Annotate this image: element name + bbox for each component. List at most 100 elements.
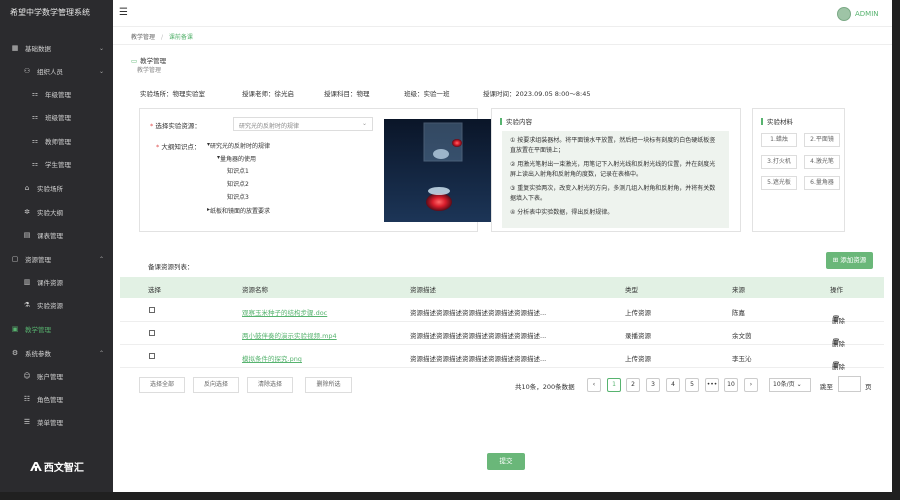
settings-icon: ✲ — [24, 208, 30, 216]
grid-icon: ▦ — [11, 44, 19, 52]
sidebar-item-label: 组织人员 — [37, 68, 63, 76]
sidebar-item-class[interactable]: ⚏ 班级管理 — [0, 107, 113, 127]
sidebar-item-outline[interactable]: ✲ 实验大纲 — [0, 202, 113, 222]
tree-node[interactable]: ▸ 纸板和镜面的放置要求 — [207, 206, 270, 215]
user-name[interactable]: ADMIN — [855, 10, 879, 18]
brand-mark-icon: Ѧ — [30, 460, 42, 474]
breadcrumb-parent[interactable]: 教学管理 — [131, 34, 155, 41]
table-row: 两小鼓伴奏的演示实验视频.mp4 资源描述资源描述资源描述资源描述资源描述...… — [120, 322, 884, 348]
resource-name-link[interactable]: 模拟条件的探究.png — [242, 353, 302, 363]
content-panel-title: 实验内容 — [500, 116, 532, 126]
select-value: 研究光的反射时的规律 — [239, 123, 300, 130]
tree-node[interactable]: 知识点1 — [227, 166, 249, 175]
materials-panel: 实验材料 1.蜡烛 2.平面镜 3.打火机 4.激光笔 5.遮光板 6.量角器 — [752, 108, 845, 232]
column-header: 资源名称 — [242, 286, 268, 294]
calendar-icon: ▤ — [23, 231, 31, 239]
sidebar-item-resources[interactable]: ▢ 资源管理 ⌃ — [0, 249, 113, 269]
breadcrumb: 教学管理 / 课前备课 — [131, 32, 193, 41]
resource-name-link[interactable]: 两小鼓伴奏的演示实验视频.mp4 — [242, 330, 337, 340]
sidebar-item-menus[interactable]: ☰ 菜单管理 — [0, 412, 113, 432]
sidebar-item-roles[interactable]: ☷ 角色管理 — [0, 389, 113, 409]
sidebar-item-label: 学生管理 — [45, 161, 71, 169]
material-tag[interactable]: 4.激光笔 — [804, 155, 840, 169]
page-button[interactable]: 4 — [666, 378, 680, 392]
sidebar-item-schedule[interactable]: ▤ 课表管理 — [0, 225, 113, 245]
row-checkbox[interactable] — [149, 353, 155, 359]
jump-page-input[interactable] — [838, 376, 861, 392]
material-tag[interactable]: 5.遮光板 — [761, 176, 797, 190]
chevron-right-icon: › — [749, 381, 753, 388]
page-ellipsis-button[interactable]: ••• — [705, 378, 719, 392]
page-size-select[interactable]: 10条/页 ⌄ — [769, 378, 811, 392]
column-header: 选择 — [148, 286, 161, 294]
info-place: 实验场所：物理实验室 — [140, 90, 205, 98]
resource-source: 余文茵 — [732, 332, 752, 340]
tree-node[interactable]: ▾ 研究光的反射时的规律 — [207, 141, 270, 150]
column-header: 操作 — [830, 286, 843, 294]
book-icon: ▣ — [11, 325, 19, 333]
prev-page-button[interactable]: ‹ — [587, 378, 601, 392]
menu-icon: ☰ — [23, 418, 31, 426]
clear-selection-button[interactable]: 清除选择 — [247, 377, 293, 393]
doc-icon: ▭ — [131, 57, 138, 65]
chevron-up-icon: ⌃ — [98, 255, 104, 263]
brand-logo: Ѧ 西文智汇 — [30, 459, 84, 474]
resource-desc: 资源描述资源描述资源描述资源描述资源描述... — [410, 355, 547, 363]
resource-select[interactable]: 研究光的反射时的规律 ⌄ — [233, 117, 373, 131]
sidebar-item-basic-data[interactable]: ▦ 基础数据 ⌄ — [0, 38, 113, 58]
sidebar-item-student[interactable]: ⚏ 学生管理 — [0, 154, 113, 174]
material-tag[interactable]: 3.打火机 — [761, 155, 797, 169]
select-all-button[interactable]: 选择全部 — [139, 377, 185, 393]
sidebar-item-label: 实验场所 — [37, 185, 63, 193]
page-title: ▭ 教学管理 — [131, 57, 167, 65]
page-subtitle: 教学管理 — [137, 67, 162, 74]
page-button[interactable]: 2 — [626, 378, 640, 392]
resource-source: 陈嘉 — [732, 309, 745, 317]
location-icon: ⌂ — [24, 184, 30, 192]
flask-icon: ⚗ — [23, 301, 31, 309]
system-title: 希望中学数学管理系统 — [10, 8, 90, 17]
row-checkbox[interactable] — [149, 330, 155, 336]
invert-selection-button[interactable]: 反向选择 — [193, 377, 239, 393]
content-panel: 实验内容 ① 按要求组装器材。将平面镜水平放置，然后把一块标有刻度的白色硬纸板竖… — [491, 108, 741, 232]
delete-selected-button[interactable]: 删除所选 — [305, 377, 352, 393]
jump-label: 跳至 — [820, 383, 833, 391]
chevron-down-icon: ⌄ — [361, 120, 367, 127]
sidebar-item-courseware[interactable]: ▥ 课件资源 — [0, 272, 113, 292]
tree-node[interactable]: 知识点3 — [227, 192, 249, 201]
tree-node[interactable]: 知识点2 — [227, 179, 249, 188]
sidebar-item-grade[interactable]: ⚏ 年级管理 — [0, 84, 113, 104]
divider — [113, 44, 892, 45]
material-tag[interactable]: 6.量角器 — [804, 176, 840, 190]
add-resource-button[interactable]: ⊞ 添加资源 — [826, 252, 873, 269]
sidebar-item-org-people[interactable]: ⚇ 组织人员 ⌄ — [0, 61, 113, 81]
avatar[interactable] — [837, 7, 851, 21]
total-count: 共10条，200条数据 — [515, 383, 575, 391]
step-text: ② 用激光笔射出一束激光，用笔记下入射光线和反射光线的位置，并在刻度光屏上读出入… — [510, 161, 716, 178]
sidebar-item-label: 课件资源 — [37, 279, 63, 287]
sidebar-item-label: 账户管理 — [37, 373, 63, 381]
page-button[interactable]: 10 — [724, 378, 738, 392]
chevron-down-icon: ⌄ — [98, 44, 104, 52]
sidebar-item-lab-place[interactable]: ⌂ 实验场所 — [0, 178, 113, 198]
submit-button[interactable]: 提交 — [487, 453, 525, 470]
sidebar-item-label: 实验资源 — [37, 302, 63, 310]
brand-name: 西文智汇 — [43, 463, 84, 474]
page-button[interactable]: 1 — [607, 378, 621, 392]
sidebar-item-teaching[interactable]: ▣ 教学管理 — [0, 319, 113, 339]
sidebar-item-accounts[interactable]: ☺ 账户管理 — [0, 366, 113, 386]
hamburger-icon[interactable]: ☰ — [119, 7, 128, 18]
material-tag[interactable]: 2.平面镜 — [804, 133, 840, 147]
sidebar-item-lab-resources[interactable]: ⚗ 实验资源 — [0, 295, 113, 315]
materials-panel-title: 实验材料 — [761, 116, 793, 126]
material-tag[interactable]: 1.蜡烛 — [761, 133, 797, 147]
page-button[interactable]: 5 — [685, 378, 699, 392]
resource-desc: 资源描述资源描述资源描述资源描述资源描述... — [410, 309, 547, 317]
tree-node[interactable]: ▾ 量角器的使用 — [217, 154, 256, 163]
sidebar-item-system[interactable]: ⚙ 系统参数 ⌃ — [0, 343, 113, 363]
sidebar-item-teacher[interactable]: ⚏ 教师管理 — [0, 131, 113, 151]
next-page-button[interactable]: › — [744, 378, 758, 392]
resource-name-link[interactable]: 观察玉米种子的结构步骤.doc — [242, 307, 327, 317]
page-button[interactable]: 3 — [646, 378, 660, 392]
row-checkbox[interactable] — [149, 307, 155, 313]
